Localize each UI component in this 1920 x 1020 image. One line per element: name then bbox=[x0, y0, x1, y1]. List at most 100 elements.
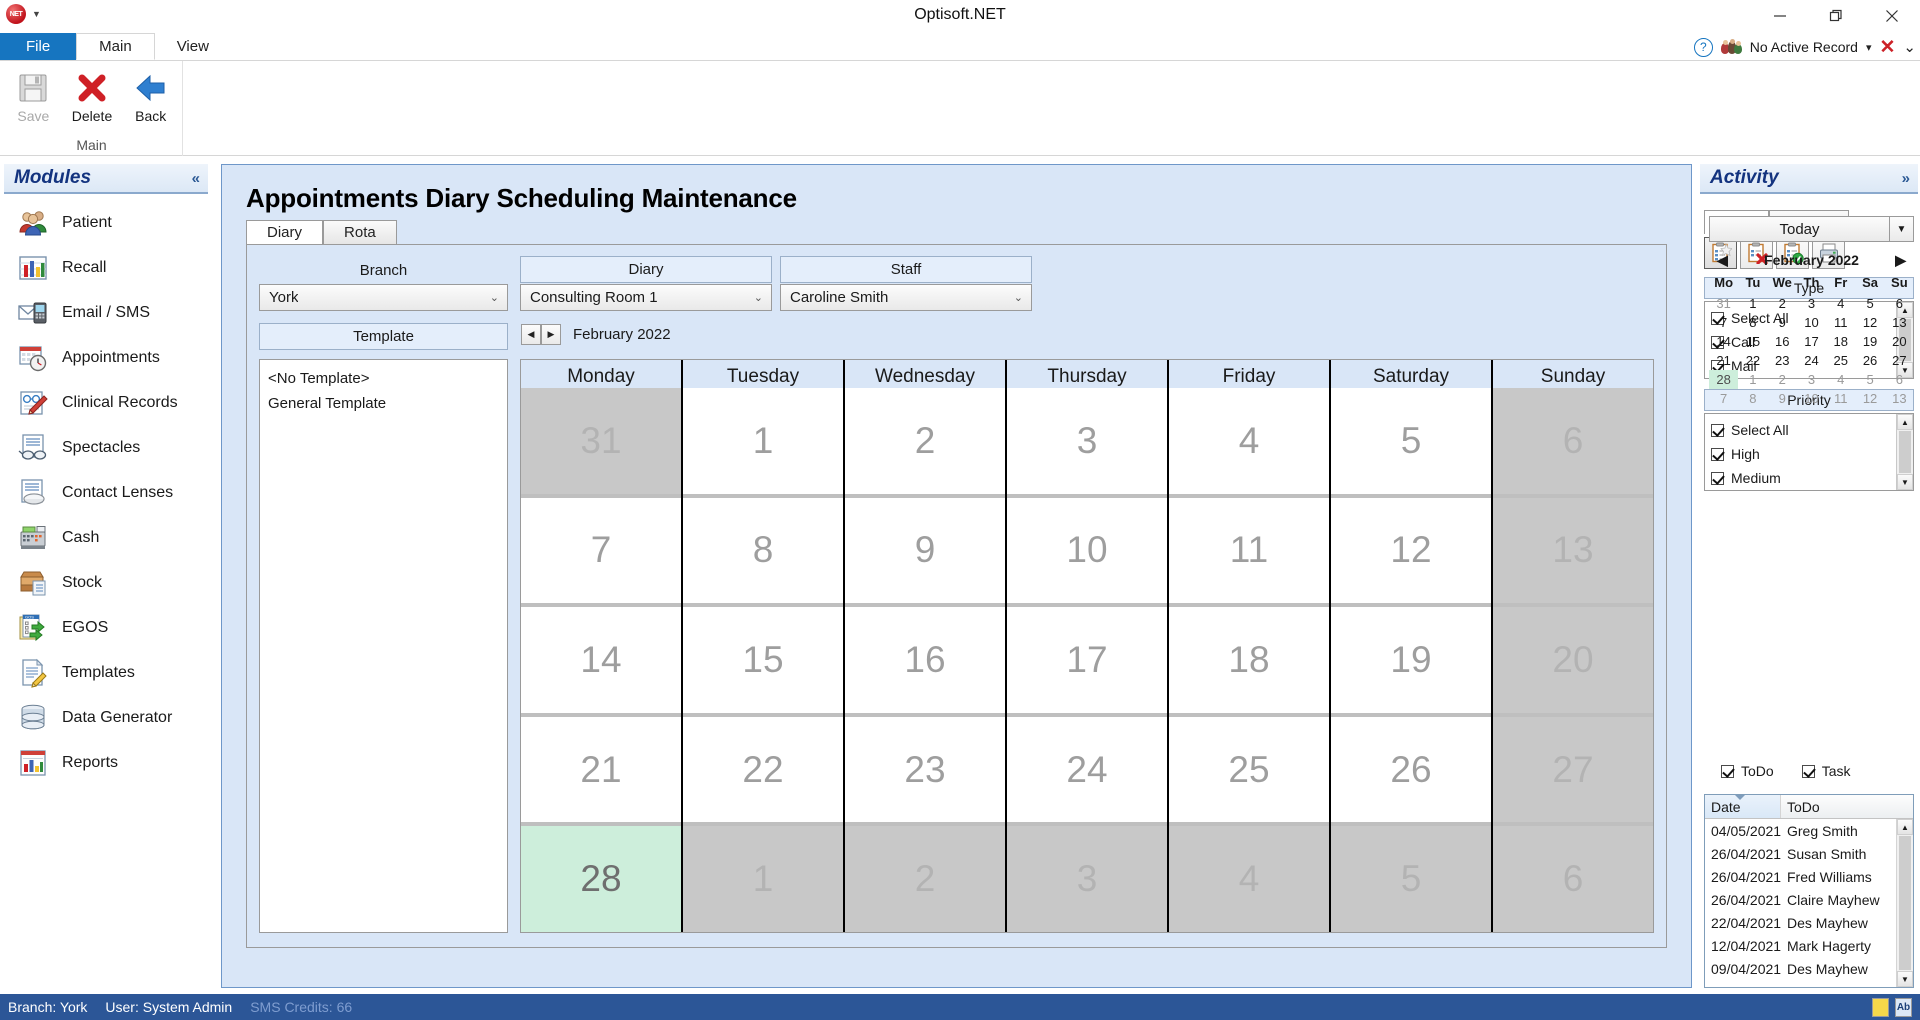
calendar-day-cell[interactable]: 12 bbox=[1331, 497, 1491, 608]
table-row[interactable]: 04/05/2021Greg SmithHighCall bbox=[1705, 819, 1913, 842]
table-row[interactable]: 09/04/2021Des MayhewHighCall bbox=[1705, 957, 1913, 980]
priority-filter-scrollbar[interactable]: ▲ ▼ bbox=[1896, 414, 1913, 490]
calendar-day-cell[interactable]: 22 bbox=[683, 716, 843, 827]
mini-calendar-day[interactable]: 10 bbox=[1797, 313, 1826, 332]
calendar-day-cell[interactable]: 8 bbox=[683, 497, 843, 608]
table-row[interactable]: 26/04/2021Susan SmithHighCall bbox=[1705, 842, 1913, 865]
calendar-day-cell[interactable]: 1 bbox=[683, 388, 843, 498]
mini-calendar-day[interactable]: 4 bbox=[1826, 294, 1855, 313]
today-button[interactable]: Today ▼ bbox=[1709, 216, 1914, 242]
sidebar-item-email-sms[interactable]: Email / SMS bbox=[0, 290, 212, 335]
mini-calendar-day[interactable]: 12 bbox=[1855, 313, 1884, 332]
next-month-button[interactable]: ▶ bbox=[541, 324, 561, 345]
mini-calendar-day[interactable]: 27 bbox=[1885, 351, 1914, 370]
calendar-day-cell[interactable]: 10 bbox=[1007, 497, 1167, 608]
back-button[interactable]: Back bbox=[123, 67, 178, 124]
calendar-day-cell[interactable]: 6 bbox=[1493, 388, 1653, 498]
mini-calendar-day[interactable]: 6 bbox=[1885, 370, 1914, 389]
table-row[interactable]: 26/04/2021Fred WilliamsHighCall bbox=[1705, 865, 1913, 888]
collapse-sidebar-icon[interactable]: « bbox=[192, 170, 200, 187]
tab-rota[interactable]: Rota bbox=[323, 220, 397, 244]
calendar-day-cell[interactable]: 20 bbox=[1493, 607, 1653, 717]
sidebar-item-templates[interactable]: Templates bbox=[0, 650, 212, 695]
calendar-day-cell[interactable]: 7 bbox=[521, 497, 681, 608]
tab-main[interactable]: Main bbox=[76, 33, 155, 60]
calendar-day-cell[interactable]: 11 bbox=[1169, 497, 1329, 608]
mini-calendar-day[interactable]: 19 bbox=[1855, 332, 1884, 351]
todo-grid[interactable]: Date ToDo Priority Type 04/05/2021 Greg S… bbox=[1704, 794, 1914, 988]
calendar-day-cell[interactable]: 24 bbox=[1007, 716, 1167, 827]
calendar-day-cell[interactable]: 23 bbox=[845, 716, 1005, 827]
mini-calendar-day[interactable]: 20 bbox=[1885, 332, 1914, 351]
sidebar-item-cash[interactable]: Cash bbox=[0, 515, 212, 560]
todo-grid-scrollbar[interactable]: ▲ ▼ bbox=[1896, 819, 1913, 987]
spellcheck-icon[interactable]: Ab bbox=[1895, 997, 1912, 1017]
priority-filter-box[interactable]: Select All High Medium ▲ ▼ bbox=[1704, 413, 1914, 491]
filter-item-medium[interactable]: Medium bbox=[1711, 466, 1896, 490]
sidebar-item-stock[interactable]: Stock bbox=[0, 560, 212, 605]
red-x-icon[interactable]: ✕ bbox=[1880, 38, 1896, 57]
calendar-day-cell[interactable]: 1 bbox=[683, 826, 843, 932]
scroll-thumb[interactable] bbox=[1899, 431, 1911, 473]
calendar-day-cell[interactable]: 16 bbox=[845, 607, 1005, 717]
scroll-down-icon[interactable]: ▼ bbox=[1897, 474, 1913, 490]
table-row[interactable]: 22/04/2021Des MayhewHighCall bbox=[1705, 911, 1913, 934]
mini-calendar-day[interactable]: 23 bbox=[1768, 351, 1797, 370]
month-calendar[interactable]: Monday 31 7 14 21 28 Tuesday 1 8 15 22 1 Wednesday 2 9… bbox=[520, 359, 1654, 933]
mini-calendar-day[interactable]: 9 bbox=[1768, 389, 1797, 408]
calendar-day-cell[interactable]: 2 bbox=[845, 388, 1005, 498]
table-row[interactable]: 12/04/2021Mark HagertyHighRecall bbox=[1705, 934, 1913, 957]
calendar-day-cell[interactable]: 9 bbox=[845, 497, 1005, 608]
template-button[interactable]: Template bbox=[259, 323, 508, 350]
calendar-day-cell[interactable]: 25 bbox=[1169, 716, 1329, 827]
mini-calendar-day[interactable]: 11 bbox=[1826, 313, 1855, 332]
mini-calendar-day[interactable]: 17 bbox=[1797, 332, 1826, 351]
calendar-day-cell[interactable]: 2 bbox=[845, 826, 1005, 932]
mini-calendar-day[interactable]: 9 bbox=[1768, 313, 1797, 332]
filter-item-high[interactable]: High bbox=[1711, 442, 1896, 466]
delete-button[interactable]: Delete bbox=[65, 67, 120, 124]
scroll-thumb[interactable] bbox=[1899, 836, 1911, 970]
mini-calendar[interactable]: ◀ February 2022 ▶ Mo Tu We Th Fr Sa Su 31 1 2 3 4 5 6… bbox=[1709, 248, 1914, 408]
calendar-day-cell[interactable]: 31 bbox=[521, 388, 681, 498]
checkbox-icon[interactable] bbox=[1711, 447, 1724, 461]
branch-select[interactable]: York ⌄ bbox=[259, 284, 508, 311]
tab-file[interactable]: File bbox=[0, 33, 77, 60]
column-header-todo[interactable]: ToDo bbox=[1781, 795, 1920, 818]
calendar-day-cell[interactable]: 6 bbox=[1493, 826, 1653, 932]
mini-calendar-day[interactable]: 3 bbox=[1797, 294, 1826, 313]
mini-calendar-day[interactable]: 28 bbox=[1709, 370, 1739, 389]
list-item[interactable]: <No Template> bbox=[268, 366, 499, 391]
checkbox-icon[interactable] bbox=[1721, 764, 1734, 778]
mini-calendar-day[interactable]: 16 bbox=[1768, 332, 1797, 351]
sidebar-item-contact-lenses[interactable]: Contact Lenses bbox=[0, 470, 212, 515]
mini-calendar-day[interactable]: 8 bbox=[1738, 313, 1767, 332]
mini-calendar-day[interactable]: 2 bbox=[1768, 370, 1797, 389]
list-item[interactable]: General Template bbox=[268, 391, 499, 416]
table-row[interactable]: 26/04/2021Claire MayhewHighCall bbox=[1705, 888, 1913, 911]
scroll-up-icon[interactable]: ▲ bbox=[1897, 414, 1913, 430]
calendar-day-cell[interactable]: 4 bbox=[1169, 826, 1329, 932]
mini-calendar-day[interactable]: 5 bbox=[1855, 370, 1884, 389]
mini-calendar-day[interactable]: 22 bbox=[1738, 351, 1767, 370]
diary-select[interactable]: Consulting Room 1 ⌄ bbox=[520, 284, 772, 311]
expand-panel-icon[interactable]: » bbox=[1902, 170, 1910, 187]
mini-calendar-day[interactable]: 31 bbox=[1709, 294, 1738, 313]
toggle-task[interactable]: Task bbox=[1801, 759, 1850, 783]
mini-calendar-day[interactable]: 15 bbox=[1738, 332, 1767, 351]
todo-grid-body[interactable]: 04/05/2021Greg SmithHighCall26/04/2021Su… bbox=[1705, 819, 1913, 987]
calendar-day-cell[interactable]: 18 bbox=[1169, 607, 1329, 717]
mini-calendar-day[interactable]: 26 bbox=[1855, 351, 1884, 370]
mini-calendar-day[interactable]: 2 bbox=[1768, 294, 1797, 313]
table-row[interactable]: 25/11/2020Kenneth HuntHighRecall bbox=[1705, 980, 1913, 988]
mini-calendar-day[interactable]: 1 bbox=[1738, 370, 1767, 389]
scroll-up-icon[interactable]: ▲ bbox=[1897, 819, 1913, 835]
mini-calendar-day[interactable]: 21 bbox=[1709, 351, 1738, 370]
staff-select[interactable]: Caroline Smith ⌄ bbox=[780, 284, 1032, 311]
calendar-day-cell[interactable]: 21 bbox=[521, 716, 681, 827]
calendar-day-cell[interactable]: 4 bbox=[1169, 388, 1329, 498]
checkbox-icon[interactable] bbox=[1801, 764, 1815, 778]
next-month-icon[interactable]: ▶ bbox=[1895, 252, 1906, 269]
mini-calendar-day[interactable]: 4 bbox=[1826, 370, 1855, 389]
mini-calendar-day[interactable]: 10 bbox=[1797, 389, 1826, 408]
